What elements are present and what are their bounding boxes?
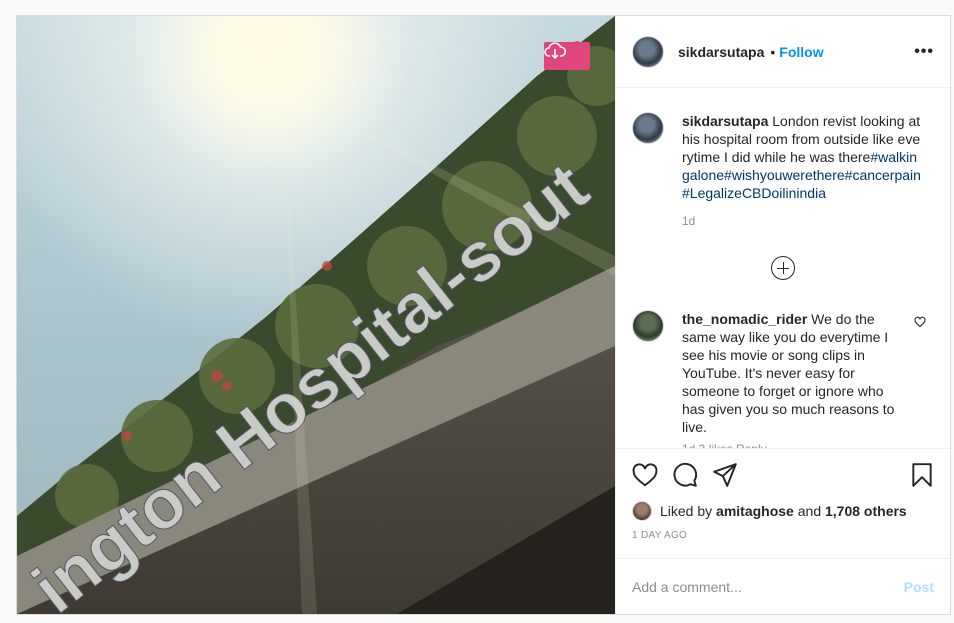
action-bar — [616, 448, 950, 500]
comment-item: the_nomadic_rider We do the same way lik… — [632, 310, 934, 436]
post-comment-button[interactable]: Post — [904, 579, 934, 595]
hospital-building-image: ington Hospital-sout — [17, 16, 615, 614]
more-options-icon[interactable]: ••• — [914, 43, 934, 61]
comment-like-heart-icon[interactable] — [914, 316, 926, 328]
share-icon[interactable] — [712, 462, 738, 488]
likes-summary: Liked by amitaghose and 1,708 others — [616, 500, 950, 522]
plus-circle-icon[interactable] — [771, 256, 795, 280]
download-button[interactable] — [544, 42, 590, 70]
post-sidebar: sikdarsutapa • Follow ••• sikdarsutapa L… — [615, 16, 950, 614]
caption-username[interactable]: sikdarsutapa — [682, 113, 768, 129]
caption-age: 1d — [682, 214, 696, 228]
post-date[interactable]: 1 DAY AGO — [616, 522, 950, 558]
likes-others-link[interactable]: 1,708 others — [825, 503, 907, 519]
comment-input[interactable] — [632, 578, 904, 595]
liker-avatar[interactable] — [632, 501, 652, 521]
caption-text: sikdarsutapa London revist looking at hi… — [682, 112, 922, 202]
cloud-download-icon — [544, 42, 566, 60]
instagram-post: ington Hospital-sout sikdarsutapa • Foll… — [16, 15, 951, 615]
comment-text: the_nomadic_rider We do the same way lik… — [682, 310, 898, 436]
add-comment-bar: Post — [616, 558, 950, 614]
comment-icon[interactable] — [672, 462, 698, 488]
bookmark-icon[interactable] — [910, 462, 934, 488]
avatar[interactable] — [632, 35, 664, 68]
post-header: sikdarsutapa • Follow ••• — [616, 16, 950, 88]
liker-username[interactable]: amitaghose — [716, 503, 794, 519]
follow-button[interactable]: Follow — [779, 44, 823, 60]
comment-username[interactable]: the_nomadic_rider — [682, 311, 807, 327]
username-link[interactable]: sikdarsutapa — [678, 44, 764, 60]
comment-avatar[interactable] — [632, 310, 664, 342]
comment-meta: 1d 3 likes Reply — [682, 442, 934, 448]
caption: sikdarsutapa London revist looking at hi… — [632, 112, 934, 202]
post-photo[interactable]: ington Hospital-sout — [17, 16, 615, 614]
likes-prefix: Liked by — [660, 503, 713, 519]
caption-avatar[interactable] — [632, 112, 664, 144]
likes-middle: and — [797, 503, 822, 519]
separator-dot: • — [770, 43, 776, 60]
comments-section: sikdarsutapa London revist looking at hi… — [616, 88, 950, 448]
heart-icon[interactable] — [632, 462, 658, 487]
comment-body: We do the same way like you do everytime… — [682, 311, 895, 435]
